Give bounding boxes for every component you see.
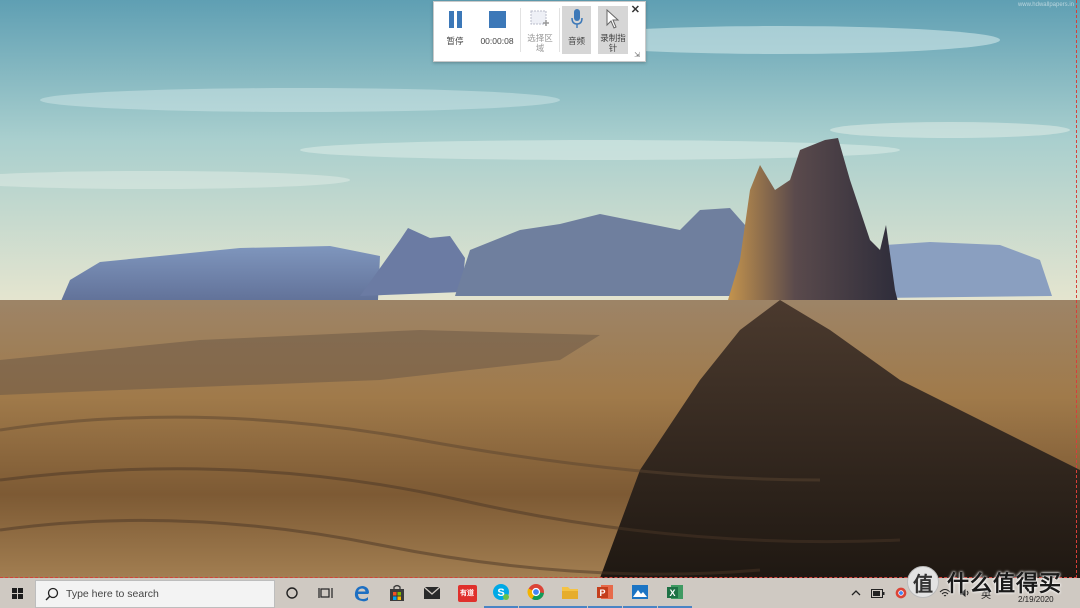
desert-landscape-image [0, 0, 1080, 578]
close-icon[interactable]: ✕ [631, 3, 640, 16]
audio-toggle[interactable]: 音频 [562, 6, 591, 54]
cortana-icon [286, 587, 298, 599]
mail-icon [423, 586, 441, 599]
taskbar-store[interactable] [380, 578, 414, 608]
skype-icon: S [493, 584, 509, 600]
youdao-icon: 有道 [457, 584, 477, 602]
windows-logo-icon [11, 587, 23, 599]
search-placeholder: Type here to search [66, 588, 159, 600]
site-watermark: 值 什么值得买 [907, 562, 1075, 602]
select-area-label: 选择区域 [527, 33, 553, 53]
task-view-icon [318, 588, 333, 598]
taskbar-powerpoint[interactable]: P [588, 578, 622, 608]
battery-icon [871, 588, 885, 598]
desktop-wallpaper: www.hdwallpapers.in [0, 0, 1080, 578]
recording-timer: 00:00:08 [480, 36, 514, 46]
mouse-pointer-icon [606, 9, 620, 29]
search-icon [44, 586, 60, 602]
start-button[interactable] [0, 578, 34, 608]
record-pointer-label: 录制指针 [600, 33, 626, 53]
microphone-icon [570, 9, 583, 28]
stop-button[interactable]: 00:00:08 [476, 6, 518, 54]
taskbar-youdao[interactable]: 有道 [450, 578, 484, 608]
taskbar-mail[interactable] [415, 578, 449, 608]
powerpoint-icon: P [597, 585, 613, 599]
select-area-icon [530, 10, 549, 26]
svg-text:P: P [599, 588, 605, 598]
chrome-icon [527, 584, 544, 601]
screen-recording-toolbar: 暂停 00:00:08 选择区域 音频 录制指针 ✕ ⇲ [433, 1, 646, 62]
taskbar-photos[interactable] [623, 578, 657, 608]
svg-text:X: X [669, 588, 675, 598]
pause-label: 暂停 [446, 36, 464, 46]
folder-icon [562, 586, 578, 599]
chevron-up-icon [851, 590, 861, 596]
record-pointer-toggle[interactable]: 录制指针 [598, 6, 628, 54]
dock-icon[interactable]: ⇲ [634, 51, 640, 59]
taskbar-skype[interactable]: S [484, 578, 518, 608]
recording-area-border-right [1076, 0, 1077, 578]
pause-button[interactable]: 暂停 [440, 6, 470, 54]
toolbar-divider [520, 8, 521, 52]
stop-icon [488, 10, 506, 28]
cortana-button[interactable] [275, 578, 309, 608]
store-icon [390, 584, 404, 601]
audio-label: 音频 [567, 36, 585, 46]
taskbar-edge[interactable] [345, 578, 379, 608]
toolbar-divider [559, 8, 560, 52]
show-hidden-icons-button[interactable] [848, 578, 864, 608]
select-area-button[interactable]: 选择区域 [523, 6, 557, 54]
youdao-icon-label: 有道 [460, 590, 474, 597]
chrome-tray-icon [895, 587, 907, 599]
battery-indicator[interactable] [870, 578, 886, 608]
brand-name: 什么值得买 [947, 571, 1063, 596]
wallpaper-watermark: www.hdwallpapers.in [1017, 2, 1074, 8]
taskbar-file-explorer[interactable] [553, 578, 587, 608]
pause-icon [448, 10, 462, 28]
photos-icon [632, 585, 648, 599]
taskbar-chrome[interactable] [519, 578, 553, 608]
task-view-button[interactable] [309, 578, 343, 608]
excel-icon: X [667, 585, 683, 599]
taskbar-excel[interactable]: X [658, 578, 692, 608]
taskbar-search-box[interactable]: Type here to search [35, 580, 275, 608]
edge-icon [354, 586, 369, 602]
brand-logo-icon: 值 [907, 566, 939, 598]
